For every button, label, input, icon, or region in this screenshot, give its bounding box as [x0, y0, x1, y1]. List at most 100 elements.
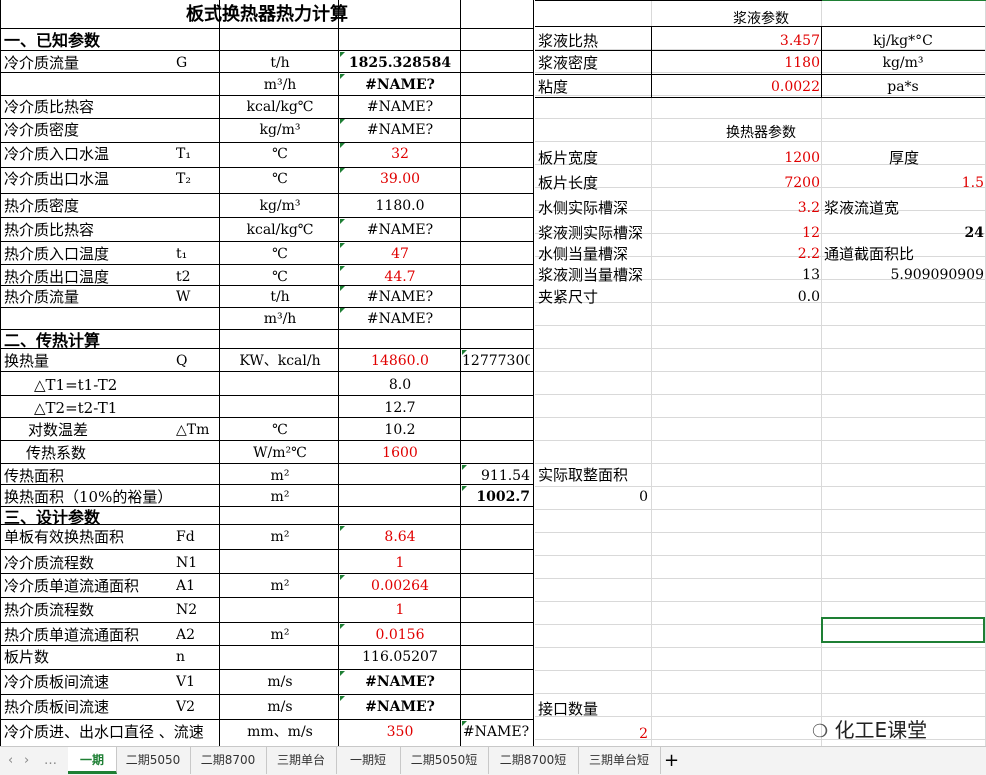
- row-value[interactable]: #NAME?: [340, 119, 460, 141]
- slurry-value[interactable]: 3.457: [652, 30, 820, 52]
- row-value[interactable]: 1600: [340, 442, 460, 464]
- hx-label[interactable]: 水侧实际槽深: [538, 197, 650, 219]
- row-value[interactable]: 14860.0: [340, 350, 460, 372]
- hx-label-2[interactable]: 通道截面积比: [824, 243, 984, 265]
- slurry-label[interactable]: 浆液比热: [538, 30, 650, 52]
- row-value[interactable]: #NAME?: [340, 671, 460, 693]
- interface-label[interactable]: 接口数量: [538, 698, 678, 720]
- row-unit[interactable]: t/h: [222, 52, 338, 74]
- row-symbol[interactable]: V1: [176, 671, 216, 693]
- row-value[interactable]: 350: [340, 721, 460, 743]
- sheet-tab[interactable]: 二期5050: [116, 747, 191, 774]
- hx-label[interactable]: 浆液测实际槽深: [538, 222, 650, 244]
- row-unit[interactable]: ℃: [222, 143, 338, 165]
- scroll-more-icon[interactable]: …: [44, 747, 57, 774]
- row-unit[interactable]: m³/h: [222, 308, 338, 330]
- row-unit[interactable]: mm、m/s: [222, 721, 338, 743]
- row-value[interactable]: 1825.328584: [340, 52, 460, 74]
- row-symbol[interactable]: T₂: [176, 168, 216, 190]
- row-value[interactable]: 44.7: [340, 266, 460, 288]
- row-label[interactable]: 热介质比热容: [4, 219, 214, 241]
- row-value[interactable]: #NAME?: [340, 286, 460, 308]
- row-unit[interactable]: m/s: [222, 671, 338, 693]
- row-symbol[interactable]: Q: [176, 350, 216, 372]
- row-unit[interactable]: m²: [222, 624, 338, 646]
- hx-label-2[interactable]: 浆液流道宽: [824, 197, 984, 219]
- row-label[interactable]: △T1=t1-T2: [34, 374, 214, 396]
- row-value[interactable]: 116.05207: [340, 646, 460, 668]
- row-symbol[interactable]: N1: [176, 552, 216, 574]
- row-extra[interactable]: 911.54: [462, 465, 530, 487]
- slurry-label[interactable]: 粘度: [538, 76, 650, 98]
- scroll-prev-sheet-icon[interactable]: ›: [24, 747, 29, 774]
- interface-value[interactable]: 2: [538, 723, 648, 745]
- row-value[interactable]: 10.2: [340, 419, 460, 441]
- row-symbol[interactable]: V2: [176, 696, 216, 718]
- row-unit[interactable]: ℃: [222, 243, 338, 265]
- row-label[interactable]: 冷介质进、出水口直径 、流速: [4, 721, 214, 743]
- slurry-label[interactable]: 浆液密度: [538, 52, 650, 74]
- hx-label[interactable]: 板片长度: [538, 172, 650, 194]
- sheet-tab[interactable]: 二期8700: [190, 747, 267, 774]
- row-symbol[interactable]: G: [176, 52, 216, 74]
- row-symbol[interactable]: Fd: [176, 526, 216, 548]
- row-label[interactable]: 换热面积（10%的裕量）: [4, 486, 214, 508]
- row-symbol[interactable]: W: [176, 286, 216, 308]
- row-unit[interactable]: W/m²℃: [222, 442, 338, 464]
- row-label[interactable]: 冷介质密度: [4, 119, 214, 141]
- sheet-tab[interactable]: 一期: [68, 747, 117, 774]
- row-symbol[interactable]: t₁: [176, 243, 216, 265]
- row-symbol[interactable]: n: [176, 646, 216, 668]
- hx-label[interactable]: 夹紧尺寸: [538, 286, 650, 308]
- sheet-tab[interactable]: 三期单台短: [578, 747, 661, 774]
- row-value[interactable]: #NAME?: [340, 308, 460, 330]
- row-value[interactable]: 1: [340, 599, 460, 621]
- row-symbol[interactable]: A1: [176, 575, 216, 597]
- actual-area-label[interactable]: 实际取整面积: [538, 464, 678, 486]
- hx-value[interactable]: 0.0: [652, 286, 820, 308]
- row-unit[interactable]: m³/h: [222, 74, 338, 96]
- row-unit[interactable]: kg/m³: [222, 119, 338, 141]
- row-extra[interactable]: 12777300: [462, 350, 530, 372]
- row-extra[interactable]: #NAME?: [462, 721, 530, 743]
- row-unit[interactable]: KW、kcal/h: [222, 350, 338, 372]
- row-value[interactable]: 1180.0: [340, 195, 460, 217]
- row-value[interactable]: 0.0156: [340, 624, 460, 646]
- row-extra[interactable]: 1002.7: [462, 486, 530, 508]
- slurry-value[interactable]: 0.0022: [652, 76, 820, 98]
- row-label[interactable]: 冷介质比热容: [4, 96, 214, 118]
- slurry-unit[interactable]: kj/kg*°C: [822, 30, 984, 52]
- sheet-tab[interactable]: 二期5050短: [400, 747, 489, 774]
- hx-value-2[interactable]: 24: [824, 222, 984, 244]
- sheet-tab[interactable]: 一期短: [336, 747, 401, 774]
- row-unit[interactable]: kcal/kg℃: [222, 219, 338, 241]
- row-value[interactable]: #NAME?: [340, 96, 460, 118]
- hx-label[interactable]: 板片宽度: [538, 147, 650, 169]
- row-unit[interactable]: ℃: [222, 168, 338, 190]
- row-value[interactable]: 32: [340, 143, 460, 165]
- row-value[interactable]: 1: [340, 552, 460, 574]
- add-sheet-icon[interactable]: +: [664, 747, 679, 774]
- row-symbol[interactable]: N2: [176, 599, 216, 621]
- row-label[interactable]: △T2=t2-T1: [34, 397, 214, 419]
- hx-value[interactable]: 7200: [652, 172, 820, 194]
- row-value[interactable]: #NAME?: [340, 696, 460, 718]
- row-unit[interactable]: m²: [222, 486, 338, 508]
- row-label[interactable]: 传热系数: [26, 442, 214, 464]
- row-symbol[interactable]: t2: [176, 266, 216, 288]
- row-symbol[interactable]: △Tm: [176, 419, 216, 441]
- row-value[interactable]: 12.7: [340, 397, 460, 419]
- hx-value[interactable]: 3.2: [652, 197, 820, 219]
- row-unit[interactable]: m/s: [222, 696, 338, 718]
- row-value[interactable]: 8.0: [340, 374, 460, 396]
- hx-value[interactable]: 13: [652, 264, 820, 286]
- row-symbol[interactable]: A2: [176, 624, 216, 646]
- hx-value[interactable]: 12: [652, 222, 820, 244]
- row-value[interactable]: 39.00: [340, 168, 460, 190]
- actual-area-value[interactable]: 0: [538, 486, 648, 508]
- selected-cell[interactable]: [821, 617, 985, 643]
- hx-value-2[interactable]: 5.909090909: [824, 264, 984, 286]
- row-unit[interactable]: ℃: [222, 266, 338, 288]
- hx-label[interactable]: 水侧当量槽深: [538, 243, 650, 265]
- sheet-tab[interactable]: 二期8700短: [488, 747, 579, 774]
